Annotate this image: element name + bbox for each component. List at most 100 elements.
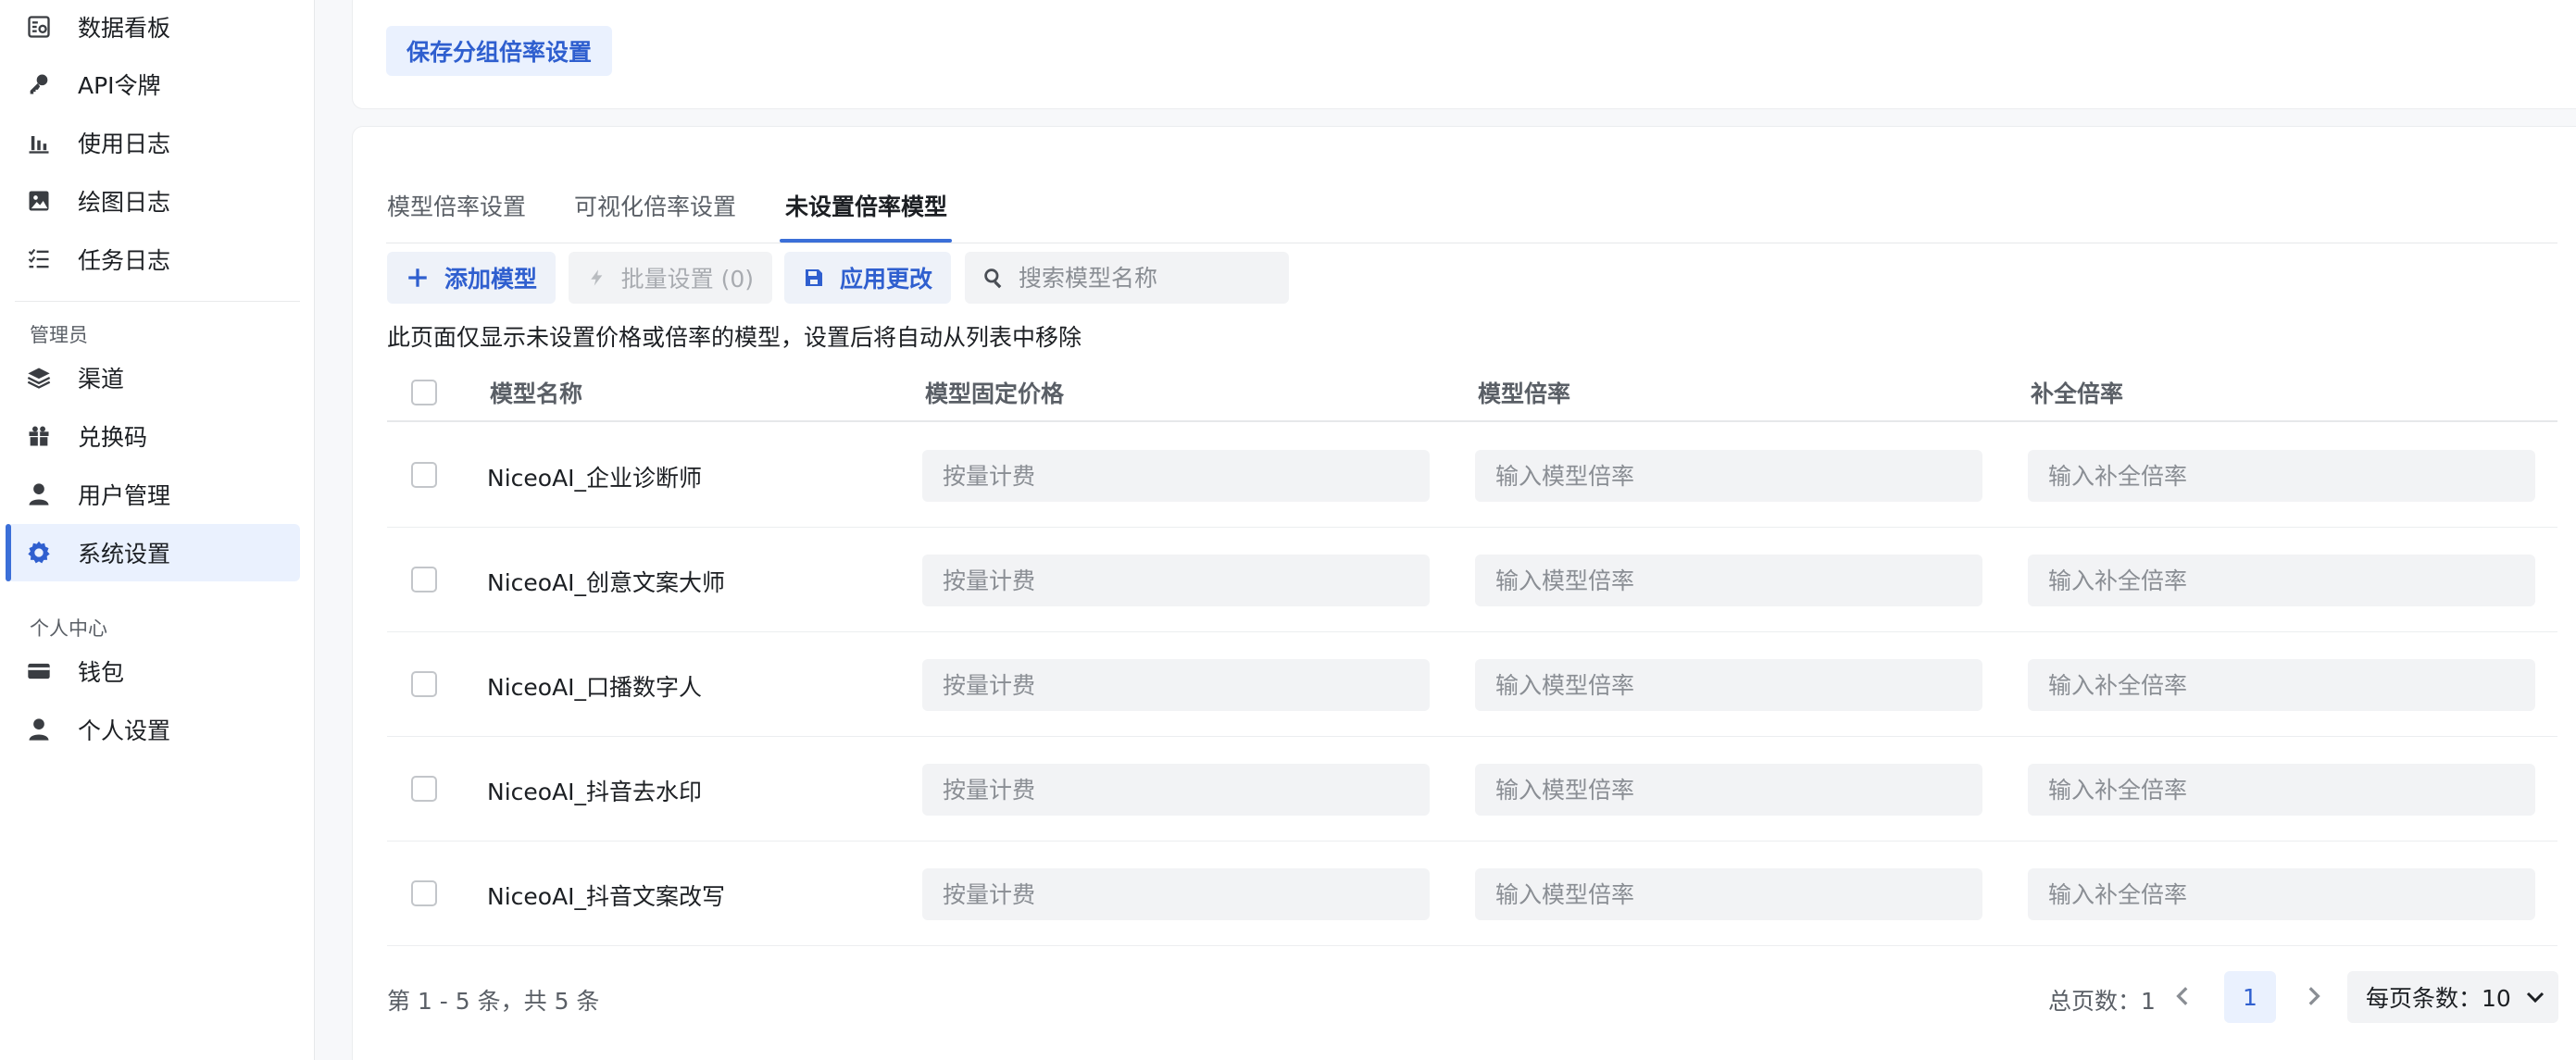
wallet-icon — [22, 655, 56, 688]
chevron-right-icon — [2308, 987, 2320, 1005]
model-ratio-input[interactable] — [1475, 450, 1982, 502]
tab-unset-models[interactable]: 未设置倍率模型 — [785, 176, 947, 243]
model-name: NiceoAI_抖音去水印 — [487, 779, 703, 805]
image-icon — [22, 184, 56, 218]
completion-ratio-input[interactable] — [2028, 868, 2535, 920]
sidebar-item-personal-settings[interactable]: 个人设置 — [7, 701, 300, 758]
completion-ratio-input[interactable] — [2028, 659, 2535, 711]
user-icon — [22, 713, 56, 746]
active-tab-indicator — [780, 239, 952, 243]
sidebar-item-redeem-code[interactable]: 兑换码 — [7, 407, 300, 465]
lightning-icon — [591, 269, 603, 286]
search-box — [965, 252, 1289, 304]
table-row: NiceoAI_创意文案大师 — [387, 528, 2557, 632]
sidebar-item-system-settings[interactable]: 系统设置 — [6, 524, 300, 581]
sidebar-item-dashboard[interactable]: 数据看板 — [7, 0, 300, 56]
sidebar-item-drawing-log[interactable]: 绘图日志 — [7, 172, 300, 230]
column-header-model-name: 模型名称 — [490, 380, 583, 407]
completion-ratio-input[interactable] — [2028, 450, 2535, 502]
sidebar-divider — [15, 301, 300, 302]
fixed-price-input[interactable] — [922, 868, 1430, 920]
sidebar-item-label: 任务日志 — [78, 247, 171, 274]
page-number-button[interactable]: 1 — [2224, 971, 2276, 1023]
sidebar-item-usage-log[interactable]: 使用日志 — [7, 114, 300, 171]
add-model-button[interactable]: 添加模型 — [387, 252, 556, 304]
gear-icon — [22, 536, 56, 569]
model-ratio-input[interactable] — [1475, 659, 1982, 711]
pagination-summary: 第 1 - 5 条，共 5 条 — [387, 988, 600, 1015]
sidebar-item-label: API令牌 — [78, 72, 161, 99]
sidebar-item-label: 绘图日志 — [78, 189, 171, 216]
sidebar: 数据看板 API令牌 使用日志 绘图日志 任务日志 管理员 渠道 兑换码 用户管… — [0, 0, 315, 1060]
completion-ratio-input[interactable] — [2028, 555, 2535, 606]
layers-icon — [22, 361, 56, 394]
model-ratio-input[interactable] — [1475, 555, 1982, 606]
table-header: 模型名称 模型固定价格 模型倍率 补全倍率 — [387, 363, 2557, 422]
row-checkbox[interactable] — [411, 671, 437, 697]
sidebar-item-label: 个人设置 — [78, 717, 171, 744]
sidebar-item-label: 使用日志 — [78, 131, 171, 157]
table-row: NiceoAI_抖音文案改写 — [387, 842, 2557, 946]
apply-changes-button[interactable]: 应用更改 — [784, 252, 951, 304]
model-name: NiceoAI_口播数字人 — [487, 674, 703, 701]
sidebar-item-label: 兑换码 — [78, 424, 148, 451]
next-page-button[interactable] — [2296, 979, 2330, 1013]
key-icon — [22, 68, 56, 101]
checklist-icon — [22, 243, 56, 276]
fixed-price-input[interactable] — [922, 764, 1430, 816]
sidebar-item-label: 渠道 — [78, 366, 125, 393]
search-input[interactable] — [1019, 264, 1278, 292]
prev-page-button[interactable] — [2167, 979, 2200, 1013]
model-ratio-input[interactable] — [1475, 764, 1982, 816]
total-pages: 总页数：1 — [2048, 988, 2156, 1015]
fixed-price-input[interactable] — [922, 659, 1430, 711]
sidebar-item-task-log[interactable]: 任务日志 — [7, 231, 300, 288]
chevron-down-icon — [2526, 991, 2544, 1004]
sidebar-item-wallet[interactable]: 钱包 — [7, 642, 300, 700]
model-ratio-input[interactable] — [1475, 868, 1982, 920]
table-row: NiceoAI_企业诊断师 — [387, 423, 2557, 528]
sidebar-item-label: 用户管理 — [78, 482, 171, 509]
model-name: NiceoAI_抖音文案改写 — [487, 883, 726, 910]
sidebar-item-user-management[interactable]: 用户管理 — [7, 466, 300, 523]
row-checkbox[interactable] — [411, 462, 437, 488]
column-header-completion-ratio: 补全倍率 — [2031, 380, 2124, 407]
save-group-ratio-button[interactable]: 保存分组倍率设置 — [386, 26, 613, 76]
user-icon — [22, 478, 56, 511]
column-header-fixed-price: 模型固定价格 — [925, 380, 1065, 407]
fixed-price-input[interactable] — [922, 450, 1430, 502]
save-icon — [805, 269, 822, 286]
gift-icon — [22, 419, 56, 453]
tab-model-ratio[interactable]: 模型倍率设置 — [387, 176, 526, 243]
page-size-label: 每页条数：10 — [2366, 985, 2511, 1012]
sidebar-item-label: 数据看板 — [78, 15, 171, 42]
sidebar-item-api-token[interactable]: API令牌 — [7, 56, 300, 113]
completion-ratio-input[interactable] — [2028, 764, 2535, 816]
notice-text: 此页面仅显示未设置价格或倍率的模型，设置后将自动从列表中移除 — [387, 324, 1082, 351]
table-row: NiceoAI_口播数字人 — [387, 632, 2557, 737]
model-name: NiceoAI_企业诊断师 — [487, 465, 703, 492]
dashboard-icon — [22, 10, 56, 44]
sidebar-item-label: 系统设置 — [78, 541, 171, 567]
sidebar-item-label: 钱包 — [78, 659, 125, 686]
row-checkbox[interactable] — [411, 880, 437, 906]
column-header-model-ratio: 模型倍率 — [1478, 380, 1571, 407]
fixed-price-input[interactable] — [922, 555, 1430, 606]
model-name: NiceoAI_创意文案大师 — [487, 569, 726, 596]
page-size-select[interactable]: 每页条数：10 — [2347, 971, 2558, 1023]
plus-icon — [408, 268, 427, 287]
apply-changes-label: 应用更改 — [839, 266, 932, 293]
row-checkbox[interactable] — [411, 567, 437, 592]
select-all-checkbox[interactable] — [411, 380, 437, 405]
sidebar-group-personal: 个人中心 — [30, 617, 107, 640]
tab-visual-ratio[interactable]: 可视化倍率设置 — [574, 176, 736, 243]
add-model-label: 添加模型 — [444, 266, 537, 293]
table-row: NiceoAI_抖音去水印 — [387, 737, 2557, 842]
chevron-left-icon — [2176, 987, 2188, 1005]
batch-set-button[interactable]: 批量设置 (0) — [569, 252, 772, 304]
batch-set-label: 批量设置 (0) — [620, 266, 754, 293]
sidebar-item-channel[interactable]: 渠道 — [7, 349, 300, 406]
row-checkbox[interactable] — [411, 776, 437, 802]
search-icon — [984, 268, 1002, 289]
bar-chart-icon — [22, 126, 56, 159]
